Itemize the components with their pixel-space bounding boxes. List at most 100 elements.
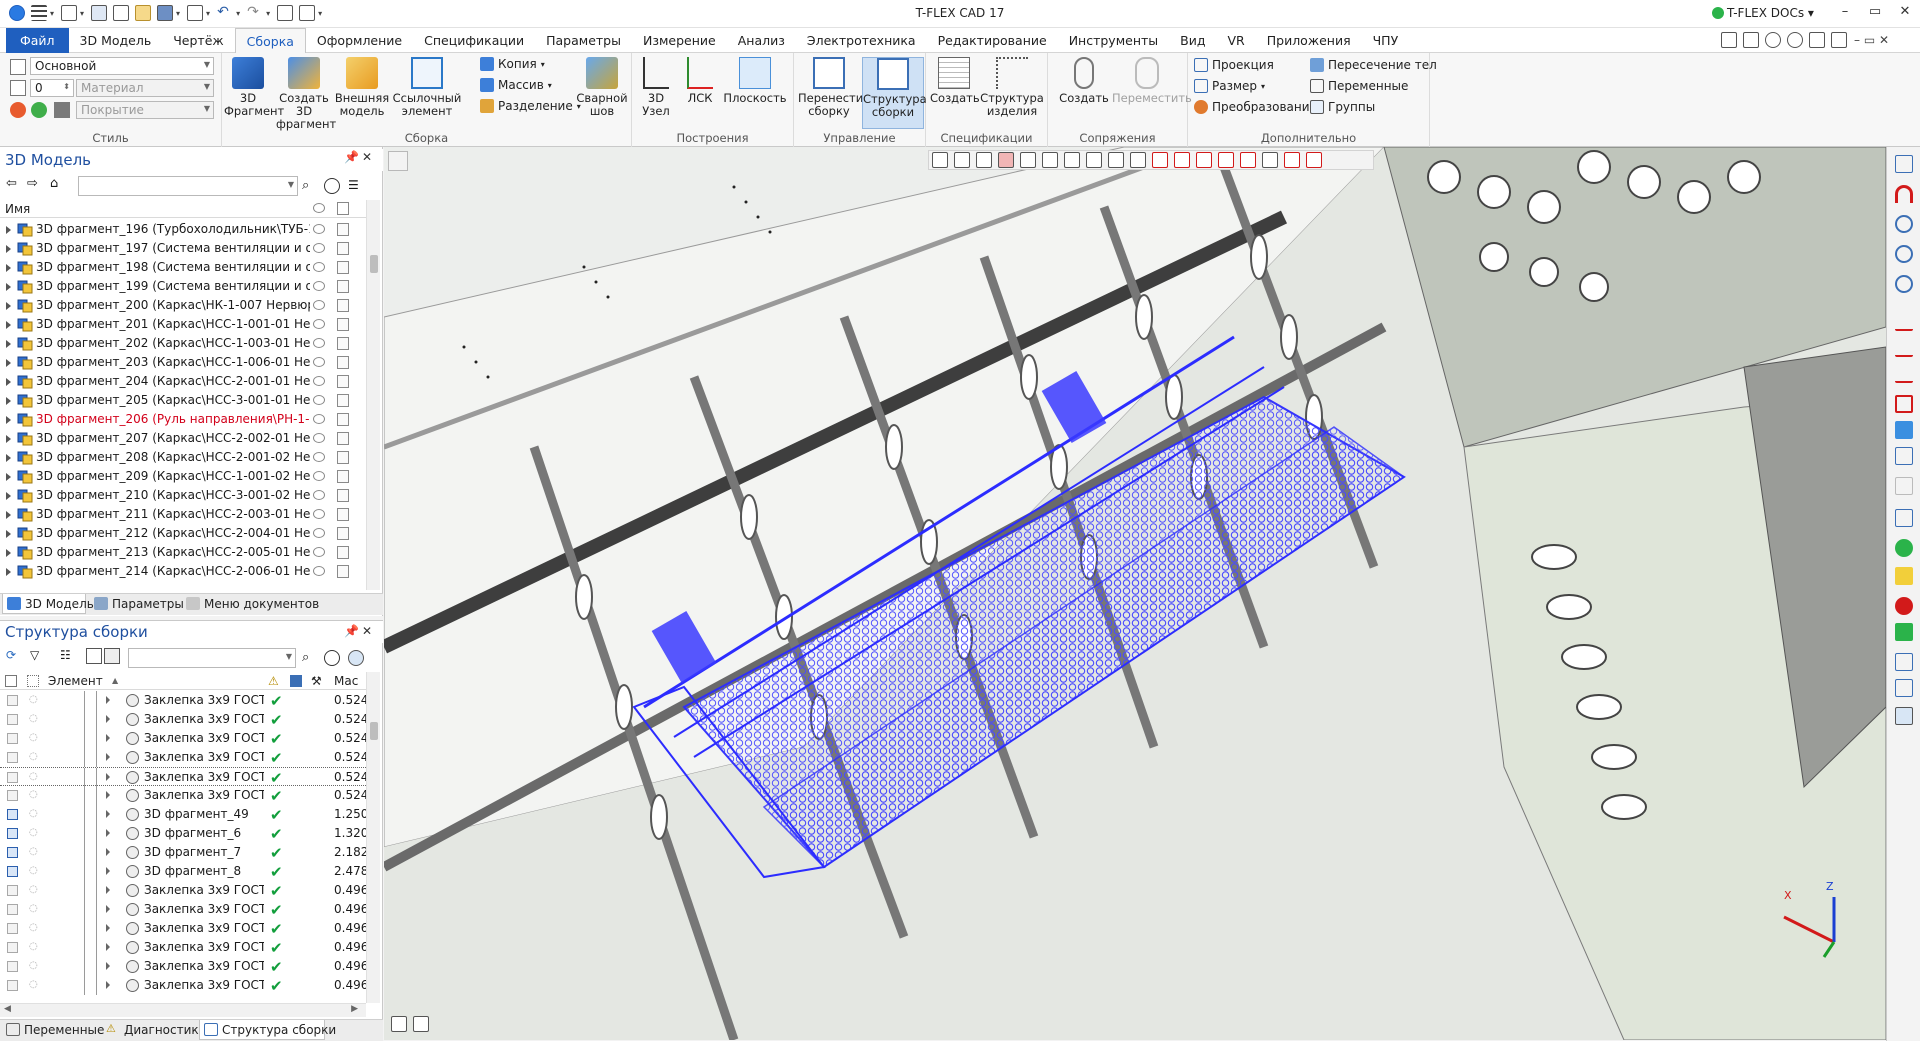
structure-row[interactable]: ◌ Заклепка 3x9 ГОСТ ... ✔ 0.524: [0, 729, 366, 748]
tab-assembly-structure[interactable]: Структура сборки: [199, 1020, 336, 1040]
structure-row[interactable]: ◌ Заклепка 3x9 ГОСТ ... ✔ 0.496: [0, 938, 366, 957]
zoom-icon[interactable]: [1895, 215, 1913, 233]
expand-arrow-icon[interactable]: [6, 378, 11, 386]
viewport-menu-icon[interactable]: [388, 151, 408, 171]
eye-icon[interactable]: [313, 490, 325, 500]
close-panel-icon[interactable]: ✕: [362, 150, 372, 164]
visibility-dot-icon[interactable]: ◌: [29, 980, 40, 991]
structure-row[interactable]: ◌ Заклепка 3x9 ГОСТ ... ✔ 0.524: [0, 691, 366, 710]
pin-icon[interactable]: 📌: [344, 150, 359, 164]
structure-row[interactable]: ◌ 3D фрагмент_49 ✔ 1.250: [0, 805, 366, 824]
rotate-icon[interactable]: [1895, 477, 1913, 495]
check-icon[interactable]: [1895, 395, 1913, 413]
expand-arrow-icon[interactable]: [6, 549, 11, 557]
restore-button[interactable]: ▭: [1860, 4, 1890, 24]
section-2-icon[interactable]: [1895, 339, 1913, 357]
eye-icon[interactable]: [313, 243, 325, 253]
palette-icon[interactable]: [31, 102, 47, 118]
split-view-icon[interactable]: [413, 1016, 429, 1032]
material-combo[interactable]: Материал ▼: [76, 79, 214, 97]
tree-options-icon[interactable]: ☷: [60, 648, 76, 664]
model-tree-row[interactable]: 3D фрагмент_201 (Каркас\НСС-1-001-01 Нер…: [0, 315, 366, 334]
groups-button[interactable]: Группы: [1310, 100, 1375, 114]
visibility-column-icon[interactable]: [313, 203, 325, 213]
menu-icon[interactable]: [31, 5, 47, 21]
tflex-docs-menu[interactable]: T-FLEX DOCs ▾: [1712, 6, 1814, 20]
save-column-icon[interactable]: [290, 675, 302, 687]
document-icon[interactable]: [337, 451, 349, 464]
model-tree-row[interactable]: 3D фрагмент_212 (Каркас\НСС-2-004-01 Нер…: [0, 524, 366, 543]
visibility-dot-icon[interactable]: ◌: [29, 961, 40, 972]
expand-icon[interactable]: [106, 715, 110, 723]
eye-icon[interactable]: [313, 376, 325, 386]
visibility-dot-icon[interactable]: ◌: [29, 904, 40, 915]
eye-icon[interactable]: [313, 224, 325, 234]
color-icon[interactable]: [10, 102, 26, 118]
expand-icon[interactable]: [106, 886, 110, 894]
eye-icon[interactable]: [313, 547, 325, 557]
green-cube-icon[interactable]: [1895, 623, 1913, 641]
vertex-select-icon[interactable]: [1218, 152, 1234, 168]
lock-icon[interactable]: [7, 904, 18, 915]
projection-button[interactable]: Проекция: [1194, 58, 1274, 72]
tab-cnc[interactable]: ЧПУ: [1362, 28, 1410, 53]
layout-icon[interactable]: [1721, 32, 1737, 48]
array-button[interactable]: Массив ▾: [480, 78, 552, 92]
document-icon[interactable]: [337, 318, 349, 331]
forward-icon[interactable]: ⇨: [27, 176, 43, 192]
plane-button[interactable]: Плоскость: [722, 57, 788, 105]
expand-arrow-icon[interactable]: [6, 321, 11, 329]
model-tree-row[interactable]: 3D фрагмент_200 (Каркас\НК-1-007 Нервюра…: [0, 296, 366, 315]
weld-seam-button[interactable]: Сварной шов: [574, 57, 630, 118]
document-icon[interactable]: [337, 432, 349, 445]
tab-vr[interactable]: VR: [1216, 28, 1255, 53]
tab-3d-model-panel[interactable]: 3D Модель: [2, 594, 94, 614]
lock-icon[interactable]: [7, 752, 18, 763]
expand-icon[interactable]: [106, 848, 110, 856]
document-icon[interactable]: [337, 489, 349, 502]
layer-combo[interactable]: Основной ▼: [30, 57, 214, 75]
cube-icon[interactable]: [1895, 421, 1913, 439]
structure-search-icon[interactable]: ⌕: [302, 650, 318, 666]
size-button[interactable]: Размер ▾: [1194, 79, 1265, 93]
material-tool-icon[interactable]: [1895, 567, 1913, 585]
expand-arrow-icon[interactable]: [6, 245, 11, 253]
redo-icon[interactable]: ↷: [247, 5, 264, 21]
structure-row[interactable]: ◌ Заклепка 3x9 ГОСТ ... ✔ 0.496: [0, 881, 366, 900]
copy-button[interactable]: Копия ▾: [480, 57, 545, 71]
structure-row[interactable]: ◌ 3D фрагмент_6 ✔ 1.320: [0, 824, 366, 843]
grid-icon[interactable]: [1064, 152, 1080, 168]
model-scroll-thumb[interactable]: [370, 255, 378, 273]
product-structure-button[interactable]: Структура изделия: [980, 57, 1044, 118]
tab-editing[interactable]: Редактирование: [927, 28, 1058, 53]
aircraft-tail-model[interactable]: [384, 147, 1886, 1040]
eye-icon[interactable]: [313, 566, 325, 576]
open-icon[interactable]: [135, 5, 152, 21]
face-select-icon[interactable]: [1174, 152, 1190, 168]
model-tree-row[interactable]: 3D фрагмент_210 (Каркас\НСС-3-001-02 Нер…: [0, 486, 366, 505]
check-list-icon[interactable]: [1895, 447, 1913, 465]
model-search-input[interactable]: ▼: [78, 176, 298, 196]
filter-target-icon[interactable]: [324, 178, 340, 194]
tab-file[interactable]: Файл: [6, 27, 69, 53]
tab-tools[interactable]: Инструменты: [1058, 28, 1169, 53]
eye-icon[interactable]: [313, 262, 325, 272]
tab-applications[interactable]: Приложения: [1256, 28, 1362, 53]
lock-icon[interactable]: [7, 772, 18, 783]
expand-arrow-icon[interactable]: [6, 264, 11, 272]
visibility-dot-icon[interactable]: ◌: [29, 828, 40, 839]
visibility-dot-icon[interactable]: ◌: [29, 885, 40, 896]
expand-arrow-icon[interactable]: [6, 397, 11, 405]
op-select-icon[interactable]: [1262, 152, 1278, 168]
expand-icon[interactable]: [106, 981, 110, 989]
undo-icon[interactable]: ↶: [217, 5, 234, 21]
eye-icon[interactable]: [313, 471, 325, 481]
lock-icon[interactable]: [7, 885, 18, 896]
filter-view-icon[interactable]: [932, 152, 948, 168]
doc-window-controls[interactable]: – ▭ ✕: [1854, 33, 1889, 47]
tab-parameters[interactable]: Параметры: [535, 28, 632, 53]
back-icon[interactable]: ⇦: [6, 176, 22, 192]
tab-drawing[interactable]: Чертёж: [162, 28, 234, 53]
new-file-icon[interactable]: [61, 5, 78, 21]
snap-icon[interactable]: [1086, 152, 1102, 168]
